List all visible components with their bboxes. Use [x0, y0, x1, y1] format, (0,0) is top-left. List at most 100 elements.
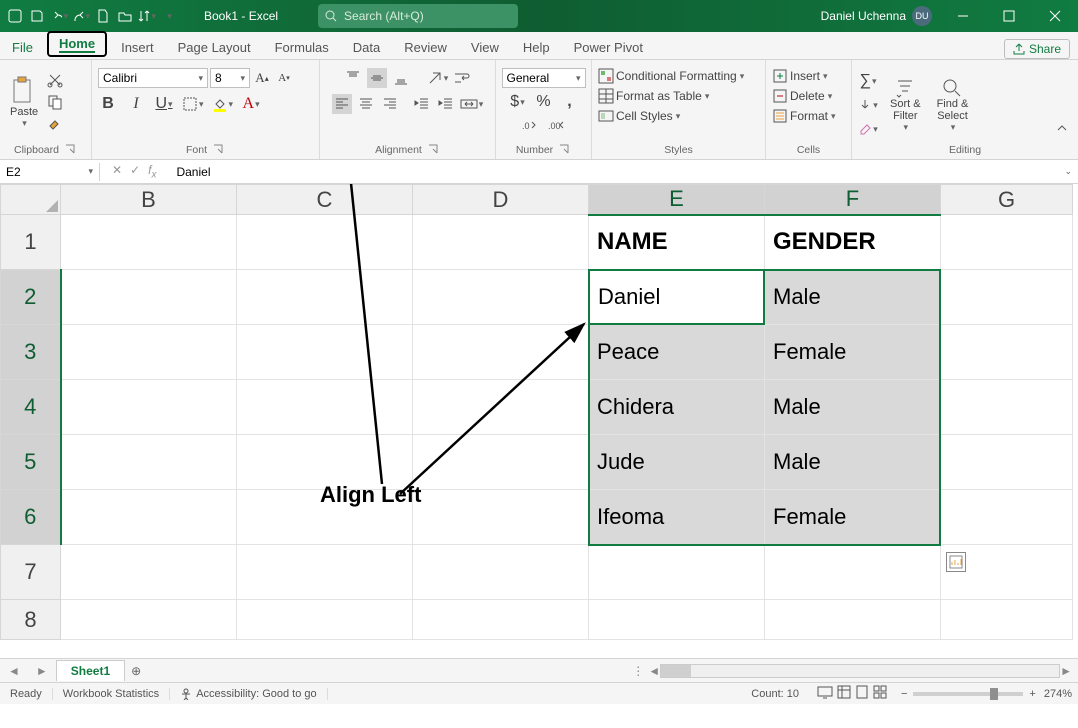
display-settings-button[interactable]: [817, 685, 833, 702]
tab-file[interactable]: File: [0, 35, 45, 59]
row-header[interactable]: 8: [1, 600, 61, 640]
accessibility-status[interactable]: Accessibility: Good to go: [170, 688, 327, 700]
paste-button[interactable]: Paste▾: [6, 74, 42, 131]
align-top-button[interactable]: [343, 68, 363, 88]
sheet-nav-next[interactable]: ►: [28, 664, 56, 678]
row-header[interactable]: 1: [1, 215, 61, 270]
close-button[interactable]: [1032, 0, 1078, 32]
sheet-nav-prev[interactable]: ◄: [0, 664, 28, 678]
comma-format-button[interactable]: ,: [560, 92, 580, 112]
copy-button[interactable]: [45, 92, 65, 112]
page-layout-view-button[interactable]: [855, 685, 869, 702]
formula-input[interactable]: Daniel: [168, 165, 1057, 179]
normal-view-button[interactable]: [837, 685, 851, 702]
undo-icon[interactable]: ▾: [50, 7, 68, 25]
row-header[interactable]: 2: [1, 270, 61, 325]
cell[interactable]: Ifeoma: [589, 490, 765, 545]
clear-button[interactable]: ▾: [858, 119, 878, 139]
underline-button[interactable]: U▾: [154, 94, 174, 114]
tab-help[interactable]: Help: [511, 35, 562, 59]
cell[interactable]: Chidera: [589, 380, 765, 435]
maximize-button[interactable]: [986, 0, 1032, 32]
row-header[interactable]: 7: [1, 545, 61, 600]
fill-color-button[interactable]: ▾: [212, 94, 234, 114]
dialog-launcher-icon[interactable]: [559, 144, 571, 156]
cell[interactable]: NAME: [589, 215, 765, 270]
row-header[interactable]: 4: [1, 380, 61, 435]
zoom-level[interactable]: 274%: [1044, 688, 1072, 700]
zoom-in-button[interactable]: +: [1029, 688, 1035, 700]
decrease-indent-button[interactable]: [412, 94, 432, 114]
col-header[interactable]: C: [237, 185, 413, 215]
search-input[interactable]: Search (Alt+Q): [318, 4, 518, 28]
tab-view[interactable]: View: [459, 35, 511, 59]
find-select-button[interactable]: Find & Select▾: [933, 75, 973, 135]
col-header[interactable]: E: [589, 185, 765, 215]
cell[interactable]: Male: [765, 435, 941, 490]
tab-formulas[interactable]: Formulas: [263, 35, 341, 59]
workbook-statistics[interactable]: Workbook Statistics: [53, 688, 170, 700]
col-header[interactable]: F: [765, 185, 941, 215]
tab-insert[interactable]: Insert: [109, 35, 166, 59]
merge-center-button[interactable]: ▾: [460, 94, 484, 114]
number-format-combo[interactable]: General▾: [502, 68, 586, 88]
row-header[interactable]: 3: [1, 325, 61, 380]
open-icon[interactable]: [116, 7, 134, 25]
tab-data[interactable]: Data: [341, 35, 392, 59]
worksheet-grid[interactable]: B C D E F G 1NAMEGENDER 2DanielMale 3Pea…: [0, 184, 1078, 658]
cell[interactable]: Daniel: [589, 270, 765, 325]
dialog-launcher-icon[interactable]: [65, 144, 77, 156]
sheet-tab[interactable]: Sheet1: [56, 660, 125, 681]
dialog-launcher-icon[interactable]: [213, 144, 225, 156]
percent-format-button[interactable]: %: [534, 92, 554, 112]
new-icon[interactable]: [94, 7, 112, 25]
share-button[interactable]: Share: [1004, 39, 1070, 59]
tab-review[interactable]: Review: [392, 35, 459, 59]
align-bottom-button[interactable]: [391, 68, 411, 88]
cell[interactable]: Jude: [589, 435, 765, 490]
conditional-formatting-button[interactable]: Conditional Formatting▾: [598, 68, 744, 84]
sort-filter-button[interactable]: Sort & Filter▾: [886, 75, 925, 135]
new-sheet-button[interactable]: ⊕: [131, 664, 141, 678]
decrease-decimal-button[interactable]: .00: [547, 116, 567, 136]
zoom-slider[interactable]: [913, 692, 1023, 696]
italic-button[interactable]: I: [126, 94, 146, 114]
autosum-button[interactable]: ∑▾: [858, 71, 878, 91]
save-icon[interactable]: [28, 7, 46, 25]
increase-font-button[interactable]: A▴: [252, 68, 272, 88]
cell[interactable]: Female: [765, 490, 941, 545]
font-size-combo[interactable]: 8▾: [210, 68, 250, 88]
col-header[interactable]: D: [413, 185, 589, 215]
decrease-font-button[interactable]: A▾: [274, 68, 294, 88]
autosave-toggle[interactable]: [6, 7, 24, 25]
orientation-button[interactable]: ▾: [427, 68, 449, 88]
cell[interactable]: Female: [765, 325, 941, 380]
tab-page-layout[interactable]: Page Layout: [166, 35, 263, 59]
bold-button[interactable]: B: [98, 94, 118, 114]
delete-cells-button[interactable]: Delete▾: [772, 88, 832, 104]
borders-button[interactable]: ▾: [182, 94, 204, 114]
qat-customize-icon[interactable]: ▾: [160, 7, 178, 25]
sort-icon[interactable]: ▾: [138, 7, 156, 25]
fill-button[interactable]: ▾: [858, 95, 878, 115]
dialog-launcher-icon[interactable]: [428, 144, 440, 156]
zoom-out-button[interactable]: −: [901, 688, 907, 700]
cell[interactable]: Male: [765, 380, 941, 435]
align-left-button[interactable]: [332, 94, 352, 114]
cell[interactable]: GENDER: [765, 215, 941, 270]
cell-styles-button[interactable]: Cell Styles▾: [598, 108, 680, 124]
horizontal-scrollbar[interactable]: [660, 664, 1060, 678]
name-box[interactable]: E2▾: [0, 163, 100, 181]
cancel-formula-button[interactable]: ✕: [112, 163, 122, 180]
redo-icon[interactable]: ▾: [72, 7, 90, 25]
expand-formula-bar[interactable]: ⌄: [1058, 166, 1078, 177]
row-header[interactable]: 6: [1, 490, 61, 545]
col-header[interactable]: G: [941, 185, 1073, 215]
format-cells-button[interactable]: Format▾: [772, 108, 836, 124]
select-all-corner[interactable]: [1, 185, 61, 215]
cell[interactable]: Peace: [589, 325, 765, 380]
row-header[interactable]: 5: [1, 435, 61, 490]
minimize-button[interactable]: [940, 0, 986, 32]
tab-home[interactable]: Home: [59, 36, 95, 53]
quick-analysis-button[interactable]: [946, 552, 966, 572]
